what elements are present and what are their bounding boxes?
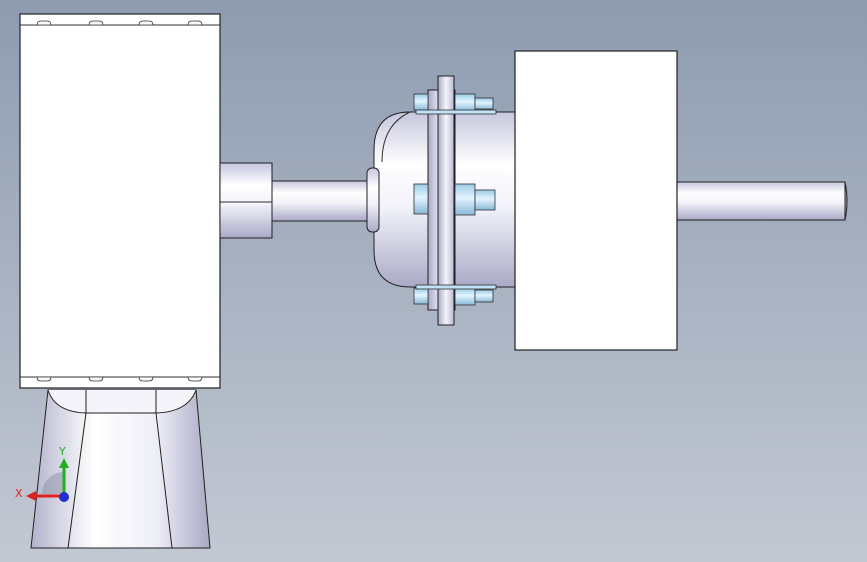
y-axis-label: Y (58, 445, 66, 458)
z-axis-indicator (59, 492, 69, 502)
cad-model[interactable]: Y X (0, 0, 867, 562)
graphics-viewport[interactable]: Y X (0, 0, 867, 562)
x-axis-arrowhead (26, 491, 36, 501)
x-axis-label: X (15, 487, 23, 500)
motor-pedestal[interactable] (30, 389, 211, 549)
bolt-bottom[interactable] (413, 284, 497, 306)
shaft-collar[interactable] (219, 162, 273, 239)
bearing-block[interactable] (514, 50, 678, 351)
motor-housing[interactable] (19, 13, 221, 389)
output-shaft[interactable] (676, 181, 848, 221)
input-shaft[interactable] (271, 180, 370, 222)
bolt-top[interactable] (413, 93, 497, 115)
